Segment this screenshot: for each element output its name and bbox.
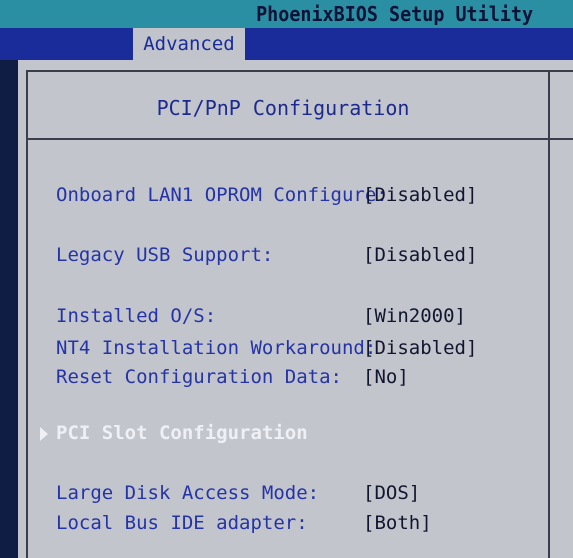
setting-row-onboard-lan1-oprom[interactable]: Onboard LAN1 OPROM Configure: [Disabled] <box>18 184 548 210</box>
setting-value[interactable]: [No] <box>363 366 409 388</box>
setting-row-local-bus-ide[interactable]: Local Bus IDE adapter: [Both] <box>18 512 548 538</box>
setting-row-legacy-usb[interactable]: Legacy USB Support: [Disabled] <box>18 244 548 270</box>
setting-value[interactable]: [Both] <box>363 512 432 534</box>
setting-label: Onboard LAN1 OPROM Configure: <box>56 184 388 206</box>
setting-value[interactable]: [Disabled] <box>363 244 477 266</box>
setting-value[interactable]: [Win2000] <box>363 305 466 327</box>
setting-label: Legacy USB Support: <box>56 244 274 266</box>
help-column-divider <box>548 70 550 558</box>
setting-label: NT4 Installation Workaround: <box>56 337 377 359</box>
window-title: PhoenixBIOS Setup Utility <box>256 2 533 26</box>
settings-panel: PCI/PnP Configuration Onboard LAN1 OPROM… <box>18 60 573 558</box>
screen-bezel-edge <box>0 60 18 558</box>
setting-value[interactable]: [Disabled] <box>363 337 477 359</box>
setting-row-reset-config-data[interactable]: Reset Configuration Data: [No] <box>18 366 548 392</box>
bios-screen: PhoenixBIOS Setup Utility Advanced PCI/P… <box>0 0 573 558</box>
setting-label: Large Disk Access Mode: <box>56 482 320 504</box>
triangle-right-icon <box>40 427 48 441</box>
submenu-pci-slot-configuration[interactable]: PCI Slot Configuration <box>18 422 548 450</box>
setting-label: Reset Configuration Data: <box>56 366 342 388</box>
setting-row-installed-os[interactable]: Installed O/S: [Win2000] <box>18 305 548 331</box>
setting-value[interactable]: [DOS] <box>363 482 420 504</box>
title-bar: PhoenixBIOS Setup Utility <box>0 0 573 28</box>
setting-value[interactable]: [Disabled] <box>363 184 477 206</box>
submenu-label: PCI Slot Configuration <box>56 422 308 444</box>
tab-advanced[interactable]: Advanced <box>133 28 245 60</box>
setting-label: Local Bus IDE adapter: <box>56 512 308 534</box>
frame-top-border <box>26 70 573 72</box>
header-separator <box>26 138 573 140</box>
setting-row-large-disk-access[interactable]: Large Disk Access Mode: [DOS] <box>18 482 548 508</box>
setting-row-nt4-workaround[interactable]: NT4 Installation Workaround: [Disabled] <box>18 337 548 363</box>
menu-bar: Advanced <box>0 28 573 60</box>
page-title: PCI/PnP Configuration <box>156 96 410 120</box>
setting-label: Installed O/S: <box>56 305 217 327</box>
